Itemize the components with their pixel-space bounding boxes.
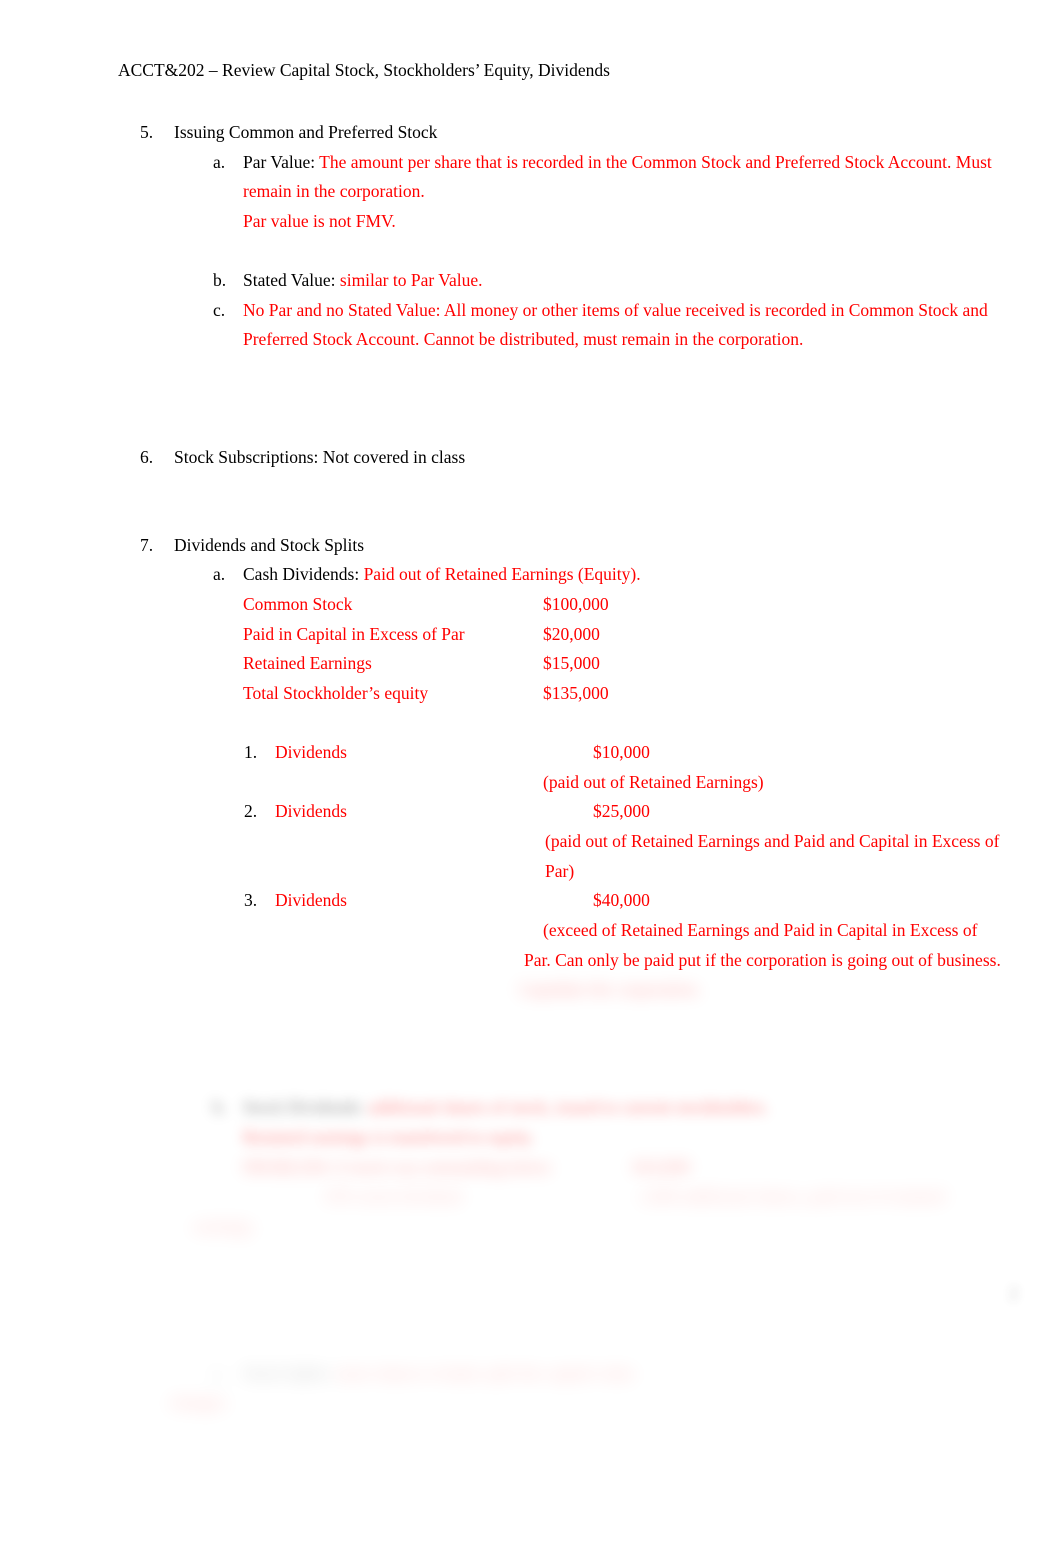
section-5: 5. Issuing Common and Preferred Stock: [140, 118, 1062, 148]
dividend-scenario-1-label: Dividends: [275, 741, 347, 762]
equity-account-name: Total Stockholder’s equity: [243, 683, 429, 704]
dividend-scenario-2-note: (paid out of Retained Earnings and Paid …: [545, 827, 1062, 886]
equity-row: Total Stockholder’s equity $135,000: [243, 679, 1062, 709]
equity-row: Paid in Capital in Excess of Par $20,000: [243, 620, 1062, 650]
equity-account-amount: $135,000: [543, 683, 609, 704]
section-7-item-c-marker: c.: [213, 1362, 226, 1383]
stock-splits-answer-line-1: more shares to hand, split the capital v…: [336, 1362, 635, 1383]
stated-value-label: Stated Value:: [243, 269, 336, 290]
section-7-item-b-marker: b.: [213, 1097, 227, 1118]
page-number: 2: [1009, 1283, 1018, 1303]
stock-dividends-answer-line-3: PROBLEM: if stock was outstanding below: [243, 1156, 552, 1177]
no-par-answer-line-1: No Par and no Stated Value: All money or…: [243, 299, 988, 320]
equity-account-name: Retained Earnings: [243, 653, 372, 674]
section-7: 7. Dividends and Stock Splits: [140, 531, 1062, 561]
dividend-scenario-3-note-line-3: Liquidate the corporation.: [519, 979, 702, 1000]
no-par-answer-line-2: Preferred Stock Account. Cannot be distr…: [243, 329, 804, 350]
dividend-scenario-3-marker: 3.: [244, 890, 258, 911]
document-page: ACCT&202 – Review Capital Stock, Stockho…: [0, 0, 1062, 1556]
section-5-marker: 5.: [140, 122, 154, 142]
equity-row: Common Stock $100,000: [243, 590, 1062, 620]
dividend-scenario-2-note-line-2: Par): [545, 860, 575, 881]
section-7-title: Dividends and Stock Splits: [174, 534, 365, 555]
dividend-scenario-3-note-line-1: (exceed of Retained Earnings and Paid in…: [543, 920, 978, 941]
dividend-scenario-3: 3. Dividends $40,000: [244, 886, 1062, 916]
dividend-scenario-1: 1. Dividends $10,000: [244, 738, 1062, 768]
stock-dividends-problem: PROBLEM: if stock was outstanding below …: [243, 1153, 1062, 1183]
dividend-scenario-3-note-line-2: Par. Can only be paid put if the corpora…: [524, 949, 1001, 970]
document-header: ACCT&202 – Review Capital Stock, Stockho…: [118, 60, 610, 80]
stock-dividends-answer-line-5: earnings.: [193, 1215, 257, 1236]
dividend-scenario-1-note: (paid out of Retained Earnings): [543, 768, 1062, 798]
section-5-item-b-marker: b.: [213, 269, 227, 290]
section-5-item-a-marker: a.: [213, 151, 226, 172]
section-6-marker: 6.: [140, 446, 154, 467]
dividend-scenario-3-label: Dividends: [275, 890, 347, 911]
dividend-scenario-1-amount: $10,000: [593, 741, 650, 762]
equity-account-name: Paid in Capital in Excess of Par: [243, 623, 465, 644]
par-value-label: Par Value:: [243, 151, 316, 172]
document-body: 5. Issuing Common and Preferred Stock a.…: [0, 118, 1062, 1418]
section-7-item-c: c. Stock Splits: more shares to hand, sp…: [169, 1359, 1062, 1418]
dividend-scenario-2-label: Dividends: [275, 801, 347, 822]
section-6-title: Stock Subscriptions: Not covered in clas…: [174, 446, 466, 467]
section-6: 6. Stock Subscriptions: Not covered in c…: [140, 443, 1062, 473]
section-5-item-b: b. Stated Value: similar to Par Value.: [213, 266, 1062, 296]
stock-dividends-answer-line-2: Retained earnings is transferred to equi…: [243, 1126, 535, 1147]
section-5-item-c: c. No Par and no Stated Value: All money…: [213, 296, 1062, 355]
par-value-answer-line-1: The amount per share that is recorded in…: [319, 151, 992, 172]
dividend-scenario-2-note-line-1: (paid out of Retained Earnings and Paid …: [545, 830, 1000, 851]
dividend-scenario-2-amount: $25,000: [593, 801, 650, 822]
cash-dividends-answer: Paid out of Retained Earnings (Equity).: [363, 564, 641, 585]
stock-dividends-answer-line-1: additional shares of stock, issued to cu…: [368, 1097, 769, 1118]
section-7-item-a-marker: a.: [213, 564, 226, 585]
equity-account-amount: $100,000: [543, 594, 609, 615]
stock-splits-answer-line-2: changes.: [169, 1392, 230, 1413]
equity-row: Retained Earnings $15,000: [243, 649, 1062, 679]
stated-value-answer: similar to Par Value.: [339, 269, 483, 290]
section-7-item-a: a. Cash Dividends: Paid out of Retained …: [213, 560, 1062, 590]
cash-dividends-label: Cash Dividends:: [243, 564, 360, 585]
stock-dividends-label: Stock Dividends:: [243, 1097, 365, 1118]
stock-dividends-outstanding-amount: $10,000: [633, 1156, 690, 1177]
stock-dividends-answer-line-4: 1,000 additional shares, paid out of ret…: [638, 1186, 946, 1207]
dividend-scenario-1-marker: 1.: [244, 741, 258, 762]
dividend-scenario-1-note-line-1: (paid out of Retained Earnings): [543, 771, 764, 792]
par-value-answer-line-2: remain in the corporation.: [243, 181, 425, 202]
section-5-item-c-marker: c.: [213, 299, 226, 320]
section-5-title: Issuing Common and Preferred Stock: [174, 122, 438, 142]
stock-dividends-percent-label: 10% stock dividend: [323, 1186, 463, 1207]
dividend-scenario-2-marker: 2.: [244, 801, 258, 822]
stock-splits-label: Stock Splits:: [243, 1362, 332, 1383]
section-5-item-a: a. Par Value: The amount per share that …: [213, 148, 1062, 237]
section-7-item-b: b. Stock Dividends: additional shares of…: [213, 1093, 1062, 1152]
dividend-scenario-3-amount: $40,000: [593, 890, 650, 911]
stock-dividends-example: 10% stock dividend 1,000 additional shar…: [193, 1182, 1062, 1241]
equity-account-amount: $15,000: [543, 653, 600, 674]
equity-account-amount: $20,000: [543, 623, 600, 644]
section-7-marker: 7.: [140, 534, 154, 555]
equity-account-name: Common Stock: [243, 594, 353, 615]
dividend-scenario-3-note: (exceed of Retained Earnings and Paid in…: [519, 916, 1062, 1005]
par-value-answer-line-3: Par value is not FMV.: [243, 211, 396, 232]
dividend-scenario-2: 2. Dividends $25,000: [244, 797, 1062, 827]
